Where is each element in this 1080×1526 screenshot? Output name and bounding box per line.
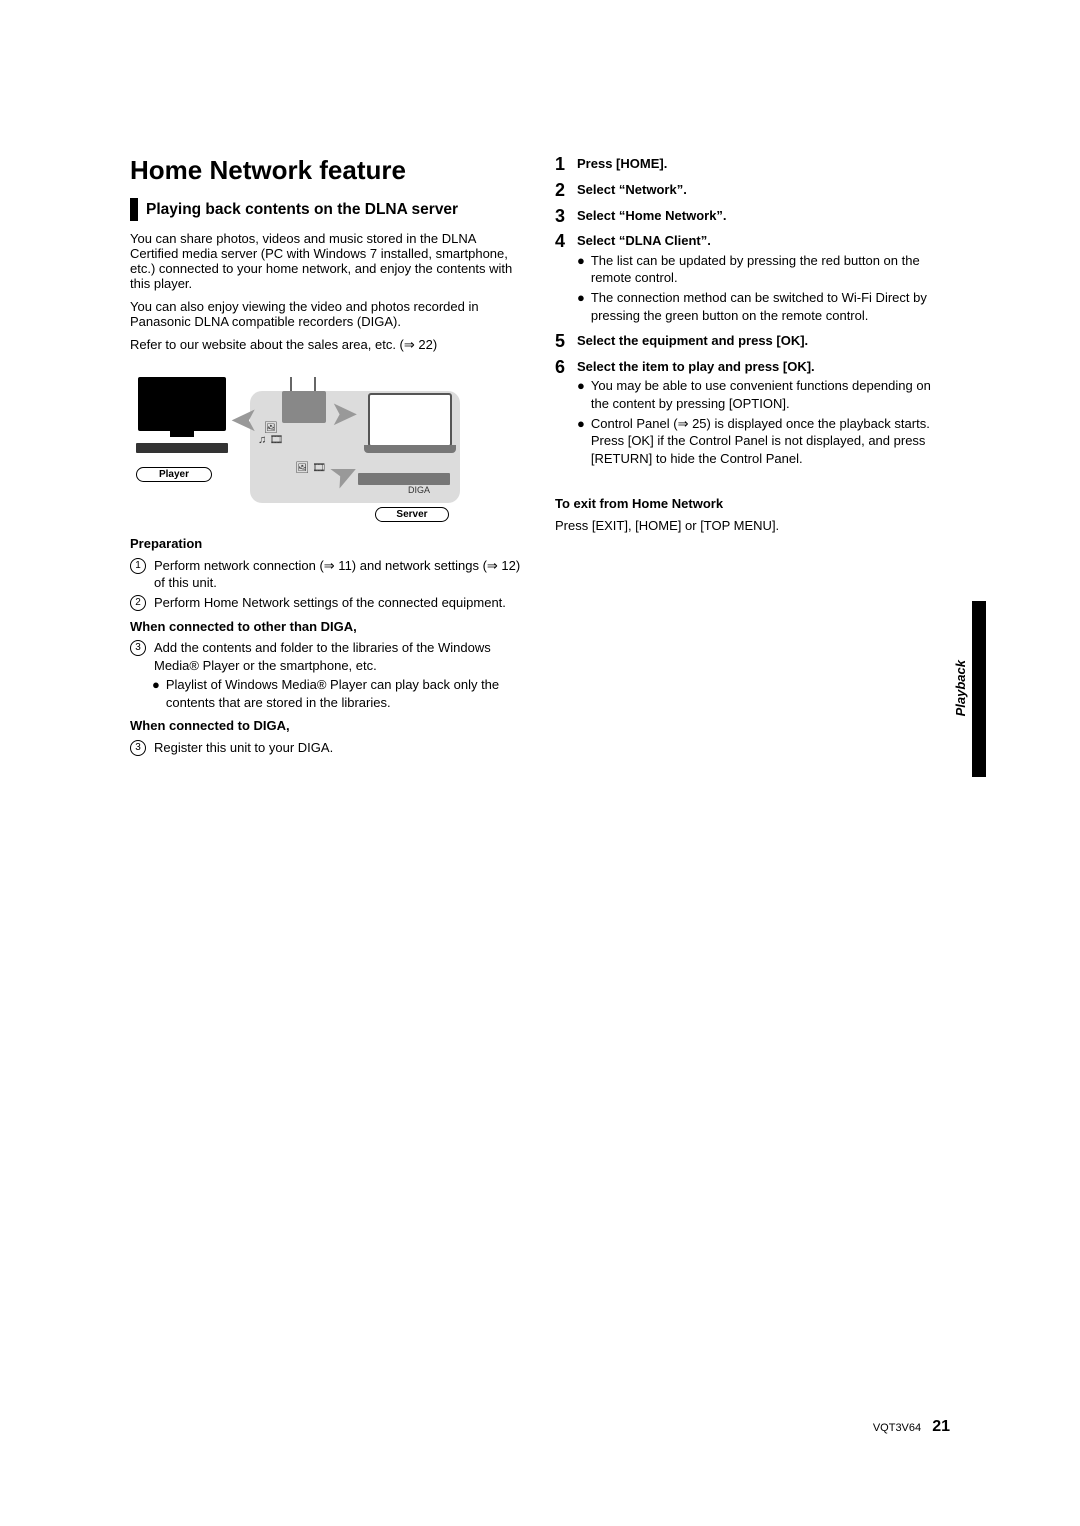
player-label: Player <box>136 467 212 482</box>
bullet-icon: ● <box>577 377 585 412</box>
prep-item-2: Perform Home Network settings of the con… <box>154 594 506 612</box>
arrow-icon: ➤ <box>230 403 259 437</box>
step-2: Select “Network”. <box>555 181 950 201</box>
list-item: ●The list can be updated by pressing the… <box>577 252 950 287</box>
intro-p2: You can also enjoy viewing the video and… <box>130 299 525 329</box>
step-4-sublist: ●The list can be updated by pressing the… <box>577 252 950 324</box>
step-4-b2: The connection method can be switched to… <box>591 289 950 324</box>
step-6-sublist: ●You may be able to use convenient funct… <box>577 377 950 467</box>
preparation-list: 1 Perform network connection (⇒ 11) and n… <box>130 557 525 612</box>
to-diga-item: Register this unit to your DIGA. <box>154 739 333 757</box>
list-sub-item: ●Playlist of Windows Media® Player can p… <box>130 676 525 711</box>
diga-label: DIGA <box>408 485 430 495</box>
list-item: 3 Add the contents and folder to the libr… <box>130 639 525 674</box>
section-bar <box>130 198 138 221</box>
intro-p1: You can share photos, videos and music s… <box>130 231 525 291</box>
numbered-steps: Press [HOME]. Select “Network”. Select “… <box>555 155 950 469</box>
step-5: Select the equipment and press [OK]. <box>555 332 950 352</box>
other-than-diga-heading: When connected to other than DIGA, <box>130 618 525 636</box>
left-column: Home Network feature Playing back conten… <box>130 155 525 758</box>
manual-code: VQT3V64 <box>873 1422 921 1434</box>
tv-icon <box>138 377 226 431</box>
preparation-heading: Preparation <box>130 535 525 553</box>
server-label: Server <box>375 507 449 522</box>
step-6: Select the item to play and press [OK]. … <box>555 358 950 469</box>
step-3-icon: 3 <box>130 640 146 656</box>
step-6-text: Select the item to play and press [OK]. <box>577 358 950 376</box>
list-item: ●Control Panel (⇒ 25) is displayed once … <box>577 415 950 468</box>
bullet-icon: ● <box>152 676 160 711</box>
to-diga-heading: When connected to DIGA, <box>130 717 525 735</box>
right-column: Press [HOME]. Select “Network”. Select “… <box>555 155 950 758</box>
exit-block: To exit from Home Network Press [EXIT], … <box>555 495 950 534</box>
section-tab-label: Playback <box>953 660 968 716</box>
list-item: ●The connection method can be switched t… <box>577 289 950 324</box>
step-1-icon: 1 <box>130 558 146 574</box>
other-diga-bullet: Playlist of Windows Media® Player can pl… <box>166 676 525 711</box>
step-2-icon: 2 <box>130 595 146 611</box>
media-icons: 🖼♫ 🎞 <box>258 423 283 446</box>
bullet-icon: ● <box>577 289 585 324</box>
laptop-icon <box>368 393 452 447</box>
step-1: Press [HOME]. <box>555 155 950 175</box>
step-2-text: Select “Network”. <box>577 181 950 199</box>
step-4-text: Select “DLNA Client”. <box>577 232 950 250</box>
list-item: ●You may be able to use convenient funct… <box>577 377 950 412</box>
step-3: Select “Home Network”. <box>555 207 950 227</box>
page-number: 21 <box>932 1418 950 1435</box>
list-item: 1 Perform network connection (⇒ 11) and n… <box>130 557 525 592</box>
intro-p3: Refer to our website about the sales are… <box>130 337 525 353</box>
step-4: Select “DLNA Client”. ●The list can be u… <box>555 232 950 326</box>
step-6-b2: Control Panel (⇒ 25) is displayed once t… <box>591 415 950 468</box>
page-title: Home Network feature <box>130 155 525 186</box>
player-icon <box>136 443 228 453</box>
router-icon <box>282 391 326 423</box>
section-title: Playing back contents on the DLNA server <box>146 198 458 221</box>
manual-page: Home Network feature Playing back conten… <box>0 0 1080 758</box>
step-1-text: Press [HOME]. <box>577 155 950 173</box>
list-item: 3 Register this unit to your DIGA. <box>130 739 525 757</box>
list-item: 2 Perform Home Network settings of the co… <box>130 594 525 612</box>
arrow-icon: ➤ <box>330 397 359 431</box>
step-4-b1: The list can be updated by pressing the … <box>591 252 950 287</box>
bullet-icon: ● <box>577 415 585 468</box>
page-footer: VQT3V64 21 <box>873 1418 950 1436</box>
bullet-icon: ● <box>577 252 585 287</box>
prep-item-1: Perform network connection (⇒ 11) and ne… <box>154 557 525 592</box>
other-than-diga-list: 3 Add the contents and folder to the libr… <box>130 639 525 711</box>
exit-body: Press [EXIT], [HOME] or [TOP MENU]. <box>555 517 950 535</box>
step-3-text: Select “Home Network”. <box>577 207 950 225</box>
other-diga-item: Add the contents and folder to the libra… <box>154 639 525 674</box>
to-diga-list: 3 Register this unit to your DIGA. <box>130 739 525 757</box>
network-diagram: Player DIGA Server ➤ ➤ ➤ 🖼♫ 🎞 🖼 🎞 <box>130 367 460 527</box>
media-icons: 🖼 🎞 <box>295 463 326 474</box>
section-header: Playing back contents on the DLNA server <box>130 198 525 221</box>
diga-icon <box>358 473 450 485</box>
step-5-text: Select the equipment and press [OK]. <box>577 332 950 350</box>
step-3b-icon: 3 <box>130 740 146 756</box>
step-6-b1: You may be able to use convenient functi… <box>591 377 950 412</box>
exit-heading: To exit from Home Network <box>555 495 950 513</box>
section-tab-bar <box>972 601 986 777</box>
